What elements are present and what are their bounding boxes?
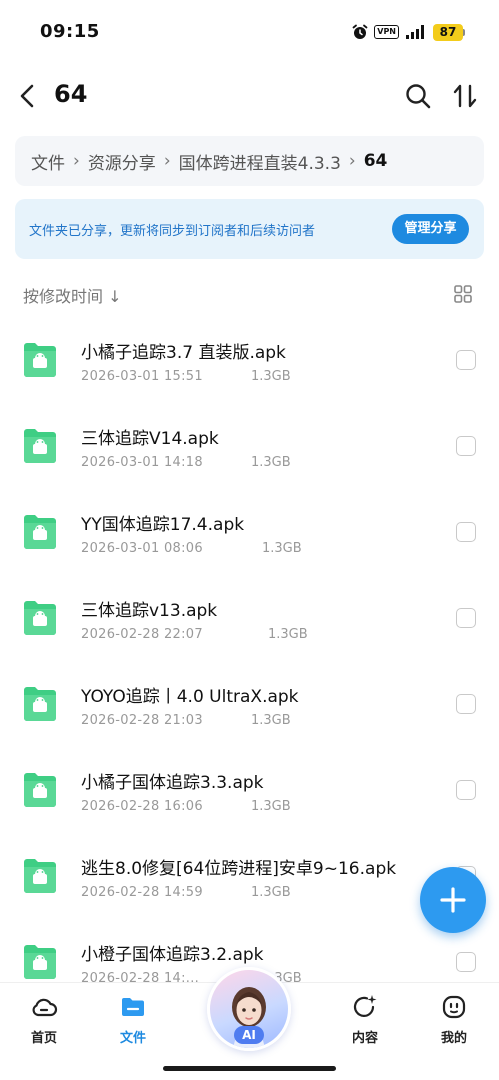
breadcrumb-item-share[interactable]: 资源分享 xyxy=(88,149,156,174)
file-size: 1.3GB xyxy=(251,799,291,814)
ai-assistant-button[interactable]: AI xyxy=(207,967,291,1051)
breadcrumb-separator-icon: › xyxy=(73,151,80,171)
file-date: 2026-02-28 14:... xyxy=(81,971,200,982)
breadcrumb-item-folder[interactable]: 国体跨进程直装4.3.3 xyxy=(179,149,341,174)
file-date: 2026-02-28 14:59 xyxy=(81,885,203,900)
battery-icon: 87 xyxy=(433,23,465,41)
file-date: 2026-03-01 08:06 xyxy=(81,541,203,556)
vpn-badge: VPN xyxy=(374,25,399,39)
file-size: 1.3GB xyxy=(262,541,302,556)
breadcrumb-item-files[interactable]: 文件 xyxy=(31,149,65,174)
file-size: 1.3GB xyxy=(268,627,308,642)
folder-icon xyxy=(122,998,144,1016)
file-name: 三体追踪v13.apk xyxy=(81,601,218,621)
status-time: 09:15 xyxy=(40,21,100,42)
file-checkbox[interactable] xyxy=(456,694,476,714)
file-date: 2026-02-28 16:06 xyxy=(81,799,203,814)
file-name: YY国体追踪17.4.apk xyxy=(81,515,245,535)
breadcrumb-separator-icon: › xyxy=(163,151,171,171)
nav-item-mine[interactable]: 我的 xyxy=(424,993,484,1046)
search-icon[interactable] xyxy=(404,82,432,110)
file-date: 2026-02-28 22:07 xyxy=(81,627,203,642)
file-size: 1.3GB xyxy=(251,885,291,900)
file-date: 2026-03-01 14:18 xyxy=(81,455,203,470)
add-button[interactable] xyxy=(420,867,486,933)
apk-folder-icon xyxy=(24,773,56,807)
file-name: 小橘子国体追踪3.3.apk xyxy=(81,773,264,793)
apk-folder-icon xyxy=(24,601,56,635)
sort-icon[interactable] xyxy=(451,82,479,110)
file-checkbox[interactable] xyxy=(456,952,476,972)
breadcrumb-separator-icon: › xyxy=(348,151,356,171)
file-checkbox[interactable] xyxy=(456,608,476,628)
file-date: 2026-03-01 15:51 xyxy=(81,369,203,384)
sparkle-refresh-icon xyxy=(353,995,377,1017)
apk-folder-icon xyxy=(24,515,56,549)
file-checkbox[interactable] xyxy=(456,350,476,370)
file-checkbox[interactable] xyxy=(456,436,476,456)
file-name: 小橙子国体追踪3.2.apk xyxy=(81,945,264,965)
apk-folder-icon xyxy=(24,859,56,893)
share-status-text: 文件夹已分享，更新将同步到订阅者和后续访问者 xyxy=(29,224,316,239)
nav-item-files[interactable]: 文件 xyxy=(103,993,163,1046)
page-title: 64 xyxy=(54,80,88,108)
manage-share-button[interactable]: 管理分享 xyxy=(392,214,469,244)
status-icons: VPN 87 xyxy=(352,22,465,42)
alarm-icon xyxy=(352,24,368,39)
header: 64 xyxy=(0,70,499,122)
signal-icon xyxy=(406,25,424,39)
back-icon[interactable] xyxy=(14,82,42,110)
file-size: 1.3GB xyxy=(251,369,291,384)
apk-folder-icon xyxy=(24,429,56,463)
file-checkbox[interactable] xyxy=(456,780,476,800)
breadcrumb: 文件 › 资源分享 › 国体跨进程直装4.3.3 › 64 xyxy=(15,136,484,186)
file-name: 三体追踪V14.apk xyxy=(81,429,219,449)
file-row[interactable]: 小橘子追踪3.7 直装版.apk 2026-03-01 15:51 1.3GB xyxy=(0,318,499,404)
file-name: 逃生8.0修复[64位跨进程]安卓9~16.apk xyxy=(81,859,397,879)
nav-label-content: 内容 xyxy=(351,1031,378,1046)
file-row[interactable]: YY国体追踪17.4.apk 2026-03-01 08:06 1.3GB xyxy=(0,490,499,576)
nav-item-home[interactable]: 首页 xyxy=(14,993,74,1046)
plus-icon xyxy=(440,887,466,913)
nav-label-mine: 我的 xyxy=(440,1031,467,1046)
share-banner: 文件夹已分享，更新将同步到订阅者和后续访问者 管理分享 xyxy=(15,199,484,259)
cloud-icon xyxy=(32,998,58,1017)
nav-item-content[interactable]: 内容 xyxy=(335,993,395,1046)
file-size: 1.3GB xyxy=(251,713,291,728)
sort-by-modified-time[interactable]: 按修改时间 ↓ xyxy=(23,283,122,307)
home-indicator xyxy=(163,1066,336,1071)
apk-folder-icon xyxy=(24,343,56,377)
file-name: 小橘子追踪3.7 直装版.apk xyxy=(81,343,286,363)
breadcrumb-current: 64 xyxy=(363,151,388,171)
apk-folder-icon xyxy=(24,687,56,721)
battery-level: 87 xyxy=(433,23,463,41)
profile-face-icon xyxy=(442,995,466,1019)
ai-label: AI xyxy=(234,1026,264,1044)
nav-label-files: 文件 xyxy=(119,1031,146,1046)
file-row[interactable]: 小橘子国体追踪3.3.apk 2026-02-28 16:06 1.3GB xyxy=(0,748,499,834)
file-date: 2026-02-28 21:03 xyxy=(81,713,203,728)
file-row[interactable]: 三体追踪V14.apk 2026-03-01 14:18 1.3GB xyxy=(0,404,499,490)
file-size: 1.3GB xyxy=(251,455,291,470)
status-bar: 09:15 VPN 87 xyxy=(0,0,499,62)
nav-label-home: 首页 xyxy=(30,1031,57,1046)
file-row[interactable]: 三体追踪v13.apk 2026-02-28 22:07 1.3GB xyxy=(0,576,499,662)
file-checkbox[interactable] xyxy=(456,522,476,542)
apk-folder-icon xyxy=(24,945,56,979)
file-row[interactable]: YOYO追踪丨4.0 UltraX.apk 2026-02-28 21:03 1.3… xyxy=(0,662,499,748)
file-name: YOYO追踪丨4.0 UltraX.apk xyxy=(81,687,299,707)
grid-view-icon[interactable] xyxy=(453,284,473,304)
